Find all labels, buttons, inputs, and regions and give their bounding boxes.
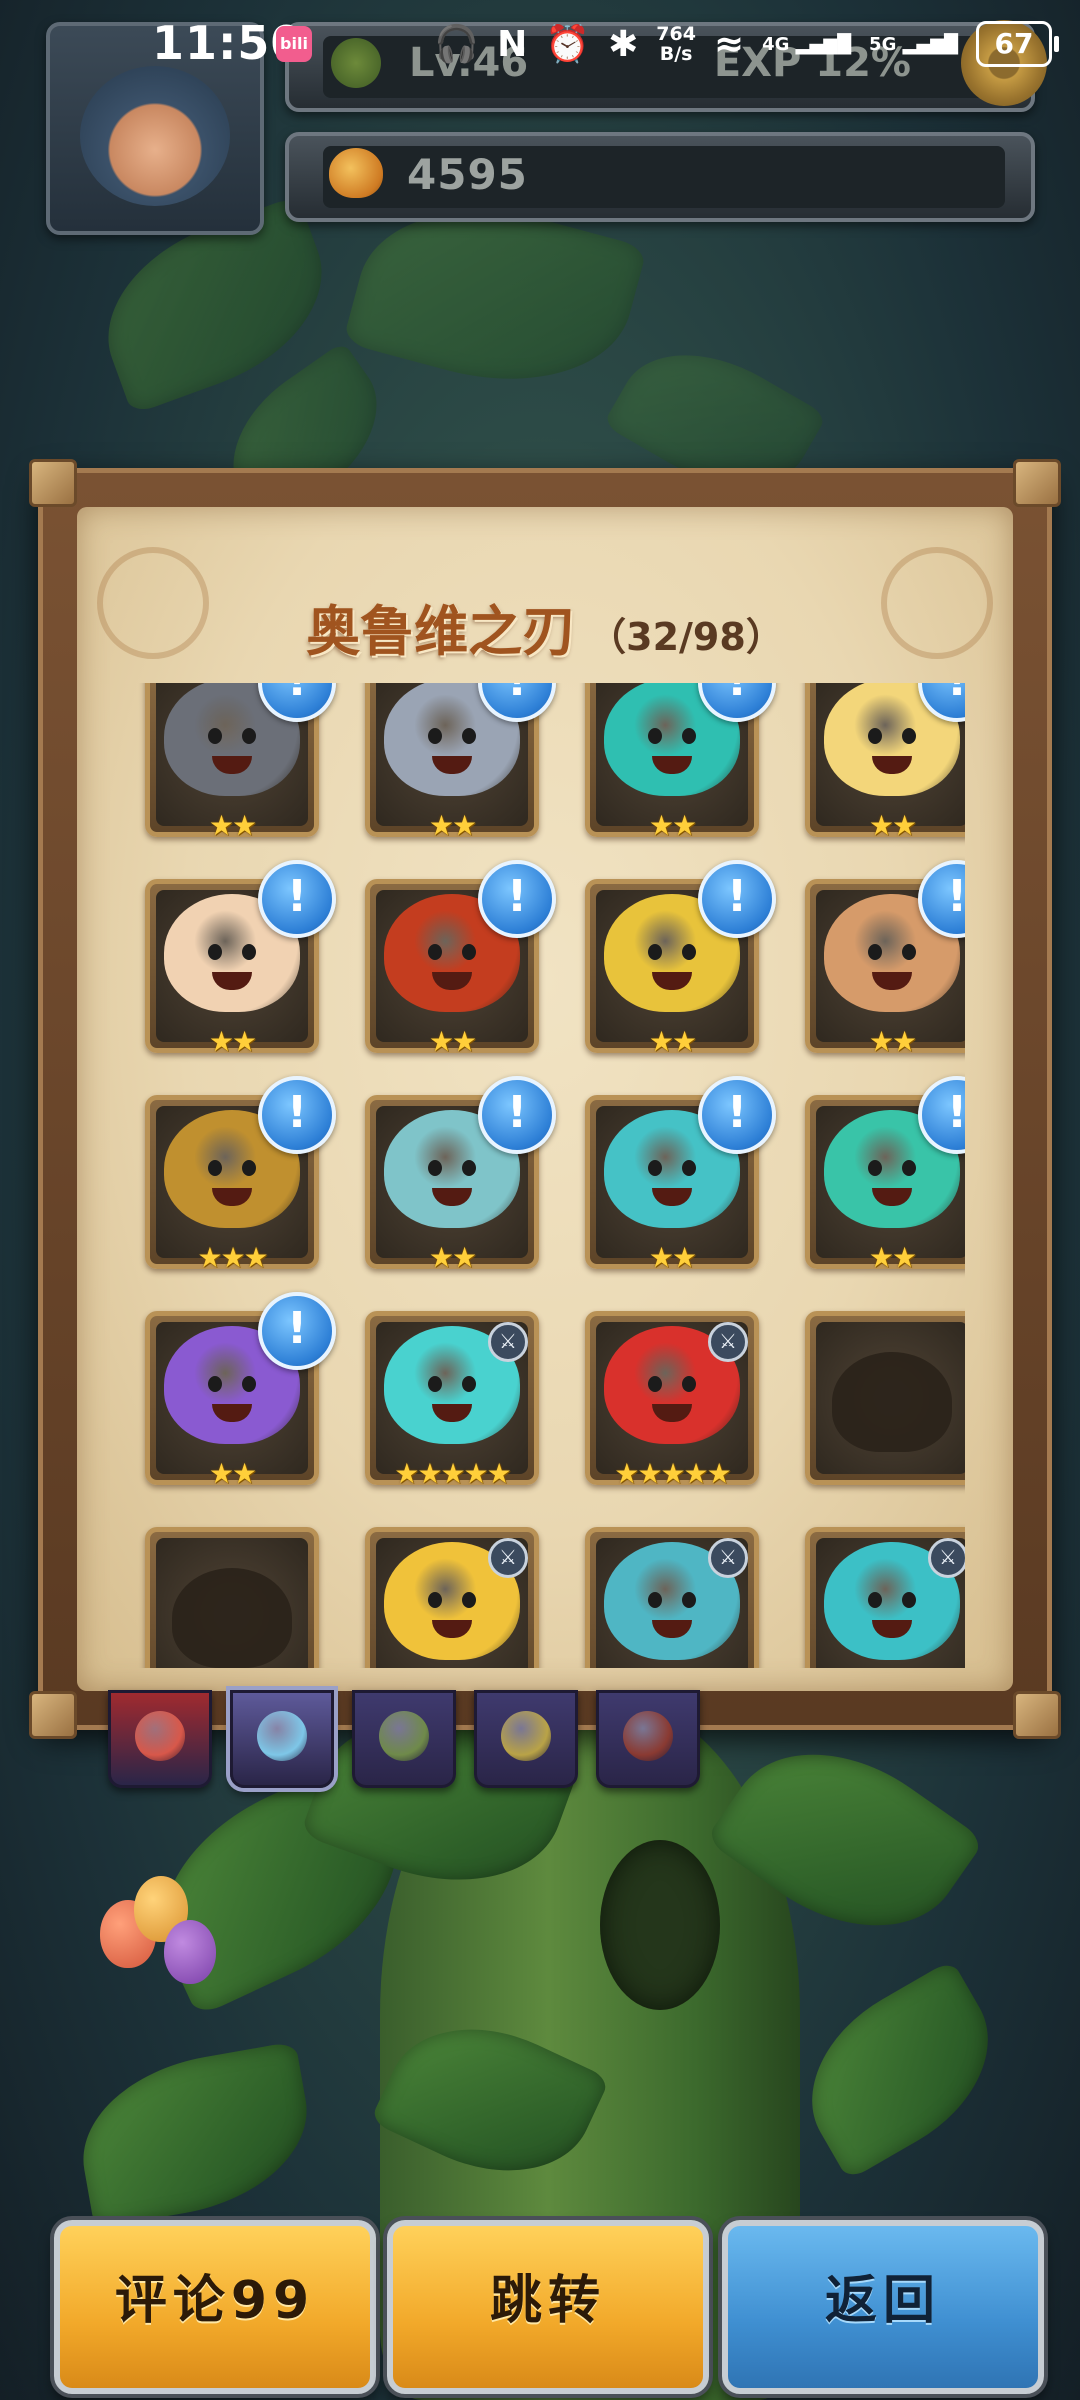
battery-indicator: 67 [976, 21, 1059, 67]
hero-card[interactable] [805, 1311, 965, 1485]
panel-corner [1013, 459, 1061, 507]
nfc-icon: N [497, 23, 528, 65]
hero-card[interactable]: ⚔ [365, 1527, 539, 1668]
jump-button[interactable]: 跳转 [387, 2220, 709, 2394]
hero-card[interactable]: ⚔ [805, 1527, 965, 1668]
signal-4g: 4G ▂▄▆█ [762, 33, 852, 55]
hero-card[interactable]: ★★! [145, 1292, 336, 1490]
star-rating: ★★ [428, 1025, 477, 1058]
hero-card[interactable]: ★★! [365, 1076, 556, 1274]
hero-card[interactable]: ★★★★★ ⚔ [585, 1311, 759, 1490]
exclamation-alert-icon: ! [478, 860, 556, 938]
hero-class-icon: ⚔ [488, 1538, 528, 1578]
bluetooth-icon: ✱ [608, 23, 639, 65]
bilibili-app-icon: bili [276, 26, 312, 62]
star-rating: ★★★ [197, 1241, 268, 1274]
hero-class-icon: ⚔ [708, 1322, 748, 1362]
star-rating: ★★ [868, 1025, 917, 1058]
currency-bar: 4595 [285, 132, 1035, 222]
hero-card[interactable]: ★★! [365, 860, 556, 1058]
hero-card[interactable]: ★★! [805, 683, 965, 842]
panel-title: 奥鲁维之刃 （32/98） [77, 587, 1013, 666]
faction-emblem-icon [135, 1711, 185, 1761]
signal-5g: 5G ▂▄▆█ [869, 33, 958, 55]
panel-corner [29, 459, 77, 507]
faction-emblem-icon [257, 1711, 307, 1761]
panel-corner [29, 1691, 77, 1739]
status-icons: 🎧 N ⏰ ✱ 764 B/s ≈ 4G ▂▄▆█ 5G ▂▄▆█ 67 [434, 18, 1059, 70]
fruit-currency-icon [329, 148, 383, 198]
exclamation-alert-icon: ! [698, 860, 776, 938]
panel-corner [1013, 1691, 1061, 1739]
star-rating: ★★★★★ [394, 1457, 512, 1490]
collection-panel: 奥鲁维之刃（32/98） ★★!★★!★★!★★!★★!★★!★★!★★!★★★… [29, 459, 1061, 1739]
back-button[interactable]: 返回 [722, 2220, 1044, 2394]
faction-emblem-icon [623, 1711, 673, 1761]
faction-emblem-icon [379, 1711, 429, 1761]
exclamation-alert-icon: ! [478, 1076, 556, 1154]
locked-hero-silhouette [832, 1352, 952, 1452]
hero-card[interactable]: ★★! [145, 860, 336, 1058]
comment-button[interactable]: 评论99 [54, 2220, 376, 2394]
star-rating: ★★ [428, 809, 477, 842]
hero-class-icon: ⚔ [928, 1538, 965, 1578]
balloon-decoration [164, 1920, 216, 1984]
faction-tab[interactable] [596, 1690, 700, 1788]
hero-card[interactable]: ★★! [805, 860, 965, 1058]
wifi-icon: ≈ [713, 23, 745, 65]
hero-card[interactable] [145, 1527, 319, 1668]
star-rating: ★★ [648, 809, 697, 842]
collection-count: （32/98） [588, 615, 784, 659]
faction-tab[interactable] [474, 1690, 578, 1788]
faction-tabs [108, 1690, 700, 1790]
exclamation-alert-icon: ! [258, 860, 336, 938]
hero-card-grid[interactable]: ★★!★★!★★!★★!★★!★★!★★!★★!★★★!★★!★★!★★!★★!… [135, 683, 965, 1668]
hero-class-icon: ⚔ [708, 1538, 748, 1578]
star-rating: ★★ [648, 1241, 697, 1274]
status-bar: 11:50 bili 🎧 N ⏰ ✱ 764 B/s ≈ 4G ▂▄▆█ 5G … [0, 0, 1080, 88]
beanstalk-hollow [600, 1840, 720, 2010]
leaf-decoration [778, 1959, 1022, 2181]
panel-parchment: 奥鲁维之刃（32/98） ★★!★★!★★!★★!★★!★★!★★!★★!★★★… [77, 507, 1013, 1691]
star-rating: ★★ [868, 1241, 917, 1274]
hero-card[interactable]: ★★★★★ ⚔ [365, 1311, 539, 1490]
exclamation-alert-icon: ! [698, 1076, 776, 1154]
exclamation-alert-icon: ! [258, 1292, 336, 1370]
currency-amount: 4595 [407, 150, 528, 199]
star-rating: ★★★★★ [614, 1457, 732, 1490]
hero-card[interactable]: ★★! [145, 683, 336, 842]
faction-name: 奥鲁维之刃 [306, 600, 577, 663]
hero-class-icon: ⚔ [488, 1322, 528, 1362]
faction-emblem-icon [501, 1711, 551, 1761]
hero-card[interactable]: ★★! [805, 1076, 965, 1274]
star-rating: ★★ [868, 809, 917, 842]
hero-card[interactable]: ★★! [585, 1076, 776, 1274]
faction-tab[interactable] [108, 1690, 212, 1788]
star-rating: ★★ [428, 1241, 477, 1274]
faction-tab[interactable] [352, 1690, 456, 1788]
star-rating: ★★ [208, 1457, 257, 1490]
alarm-icon: ⏰ [545, 24, 591, 65]
hero-card[interactable]: ⚔ [585, 1527, 759, 1668]
leaf-decoration [68, 2041, 322, 2229]
star-rating: ★★ [208, 809, 257, 842]
hero-card[interactable]: ★★! [585, 860, 776, 1058]
locked-hero-silhouette [172, 1568, 292, 1668]
star-rating: ★★ [648, 1025, 697, 1058]
hero-card[interactable]: ★★★! [145, 1076, 336, 1274]
star-rating: ★★ [208, 1025, 257, 1058]
headphones-icon: 🎧 [434, 24, 480, 65]
network-speed: 764 B/s [656, 23, 696, 65]
hero-card[interactable]: ★★! [365, 683, 556, 842]
faction-tab[interactable] [230, 1690, 334, 1788]
hero-card[interactable]: ★★! [585, 683, 776, 842]
exclamation-alert-icon: ! [258, 1076, 336, 1154]
